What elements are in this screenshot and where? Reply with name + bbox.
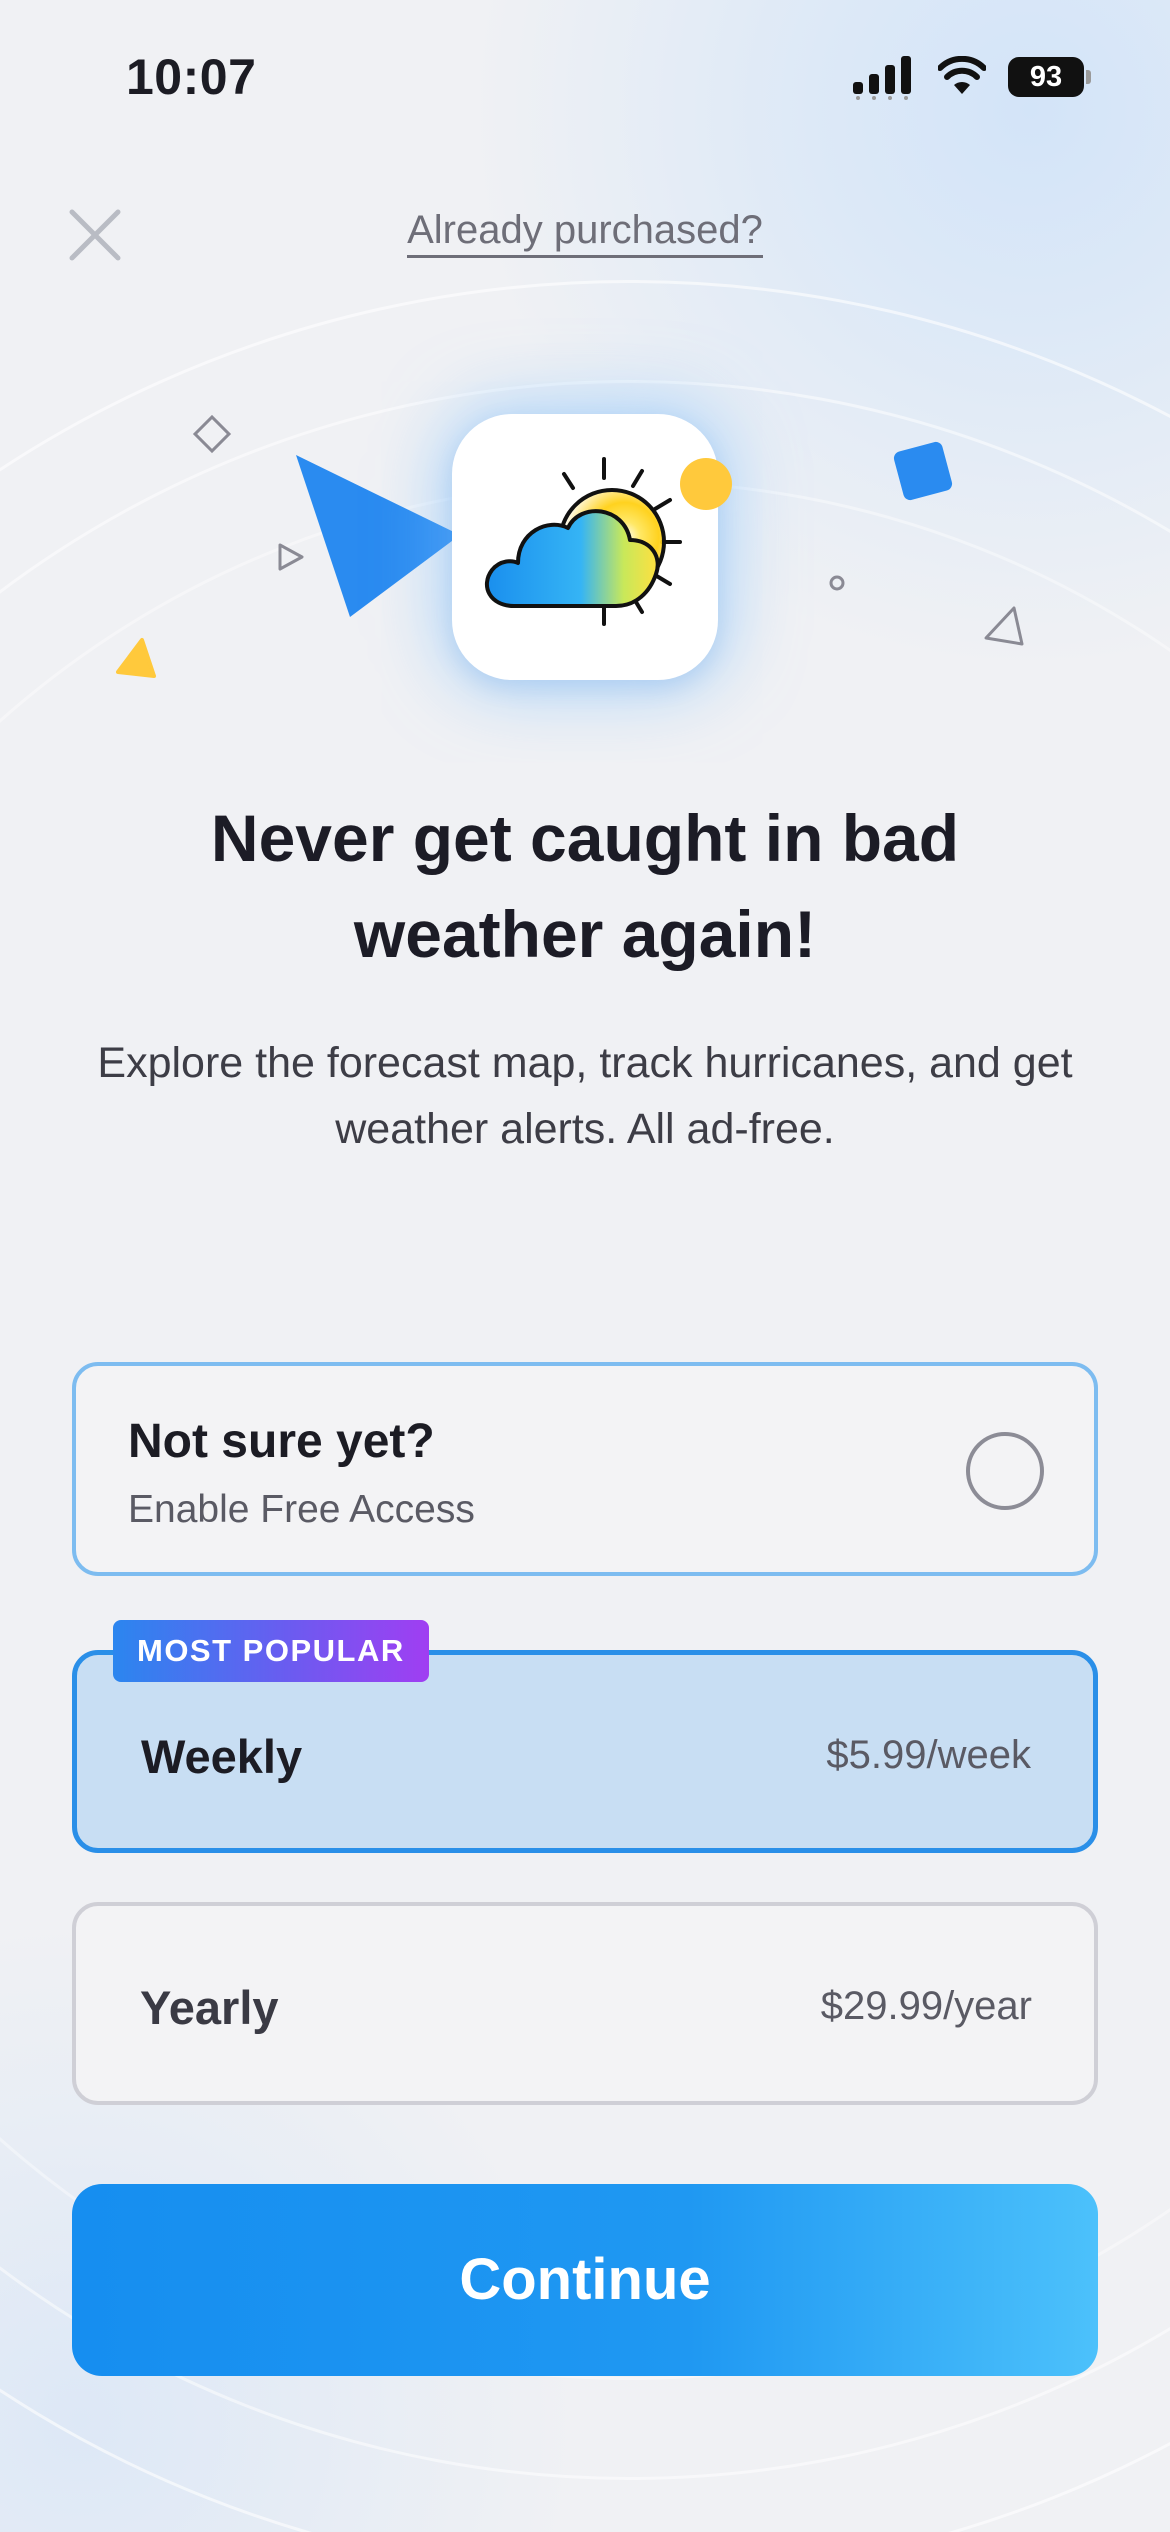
subtext: Explore the forecast map, track hurrican…: [97, 1039, 1073, 1153]
blue-square-shape: [893, 441, 953, 501]
plan-title: Yearly: [140, 1981, 279, 2034]
triangle-outline-shape: [984, 606, 1024, 646]
paywall-screen: 10:07 93 Already purchased? Never get ca…: [0, 0, 1170, 2532]
battery-icon: 93: [1008, 57, 1092, 97]
battery-tip: [1086, 70, 1091, 84]
continue-button[interactable]: Continue: [72, 2184, 1098, 2376]
yellow-triangle-shape: [116, 638, 156, 678]
radio-unchecked-icon[interactable]: [966, 1432, 1044, 1510]
status-time: 10:07: [126, 49, 257, 105]
restore-purchase-label: Already purchased?: [407, 208, 763, 258]
plan-price: $5.99/week: [826, 1733, 1031, 1777]
plan-title: Not sure yet?: [128, 1415, 435, 1468]
wifi-icon: [938, 56, 986, 94]
battery-level: 93: [1008, 57, 1084, 97]
yellow-dot-shape: [680, 458, 732, 510]
signal-icon: [853, 56, 911, 100]
blue-triangle-shape: [296, 455, 460, 617]
restore-purchase-link[interactable]: Already purchased?: [0, 208, 1170, 258]
plan-title: Weekly: [141, 1730, 303, 1783]
plan-option-yearly[interactable]: Yearly $29.99/year: [72, 1902, 1098, 2105]
small-circle-shape: [829, 575, 845, 591]
plan-subtitle: Enable Free Access: [128, 1488, 475, 1531]
headline: Never get caught in bad weather again!: [210, 801, 960, 971]
plan-price: $29.99/year: [820, 1984, 1032, 2028]
diamond-outline-shape: [192, 414, 232, 454]
most-popular-badge: MOST POPULAR: [113, 1620, 429, 1682]
status-bar: 10:07 93: [0, 0, 1170, 150]
plan-option-free[interactable]: Not sure yet? Enable Free Access: [72, 1362, 1098, 1576]
